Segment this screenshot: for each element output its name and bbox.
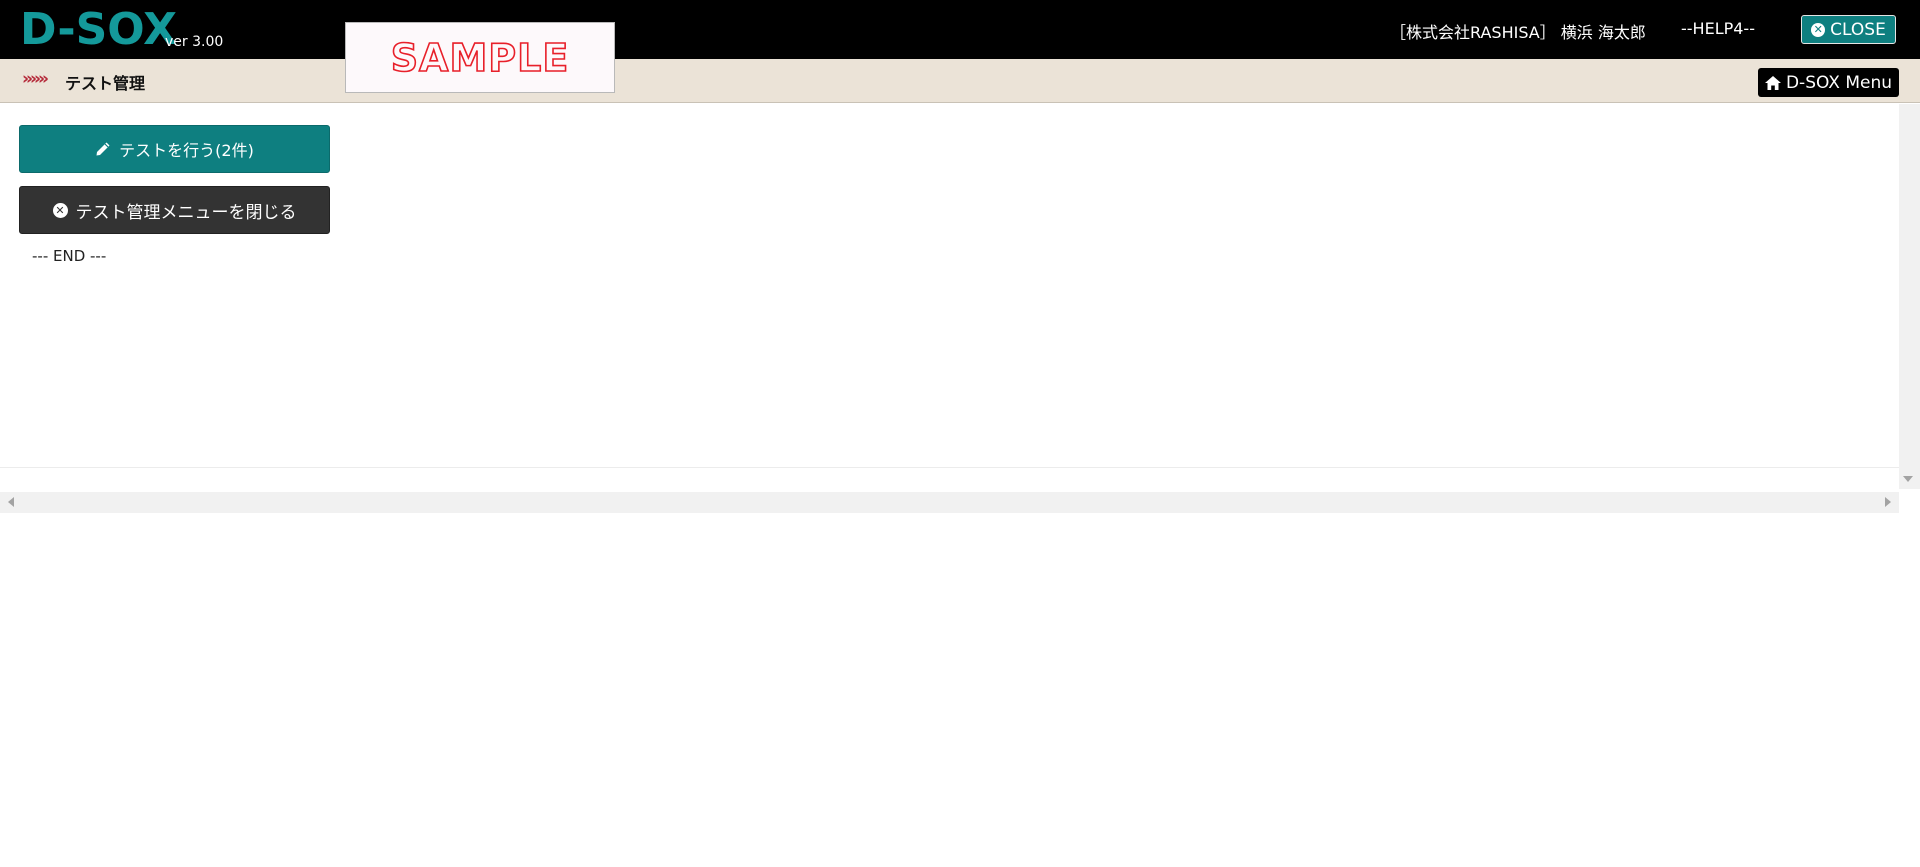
- version-label: ver 3.00: [165, 34, 224, 50]
- horizontal-scrollbar[interactable]: [0, 492, 1899, 513]
- sample-stamp-text: SAMPLE: [390, 35, 570, 81]
- dsox-menu-button[interactable]: D-SOX Menu: [1758, 68, 1899, 97]
- run-test-button-label: テストを行う(2件): [119, 141, 254, 160]
- dsox-menu-button-label: D-SOX Menu: [1785, 72, 1893, 93]
- pencil-icon: [96, 142, 110, 156]
- scroll-left-arrow-icon[interactable]: [8, 497, 14, 507]
- home-icon: [1764, 75, 1781, 90]
- close-circle-icon: ✕: [1811, 22, 1826, 37]
- close-circle-icon: ✕: [52, 202, 68, 218]
- run-test-button[interactable]: テストを行う(2件): [19, 125, 330, 173]
- close-test-menu-button-label: テスト管理メニューを閉じる: [75, 202, 297, 223]
- close-button[interactable]: ✕ CLOSE: [1801, 15, 1896, 44]
- breadcrumb-chevrons-icon: »»»: [22, 69, 49, 89]
- scroll-right-arrow-icon[interactable]: [1885, 497, 1891, 507]
- top-header: D-SOX ver 3.00 ［株式会社RASHISA］ 横浜 海太郎 --HE…: [0, 0, 1920, 59]
- close-test-menu-button[interactable]: ✕ テスト管理メニューを閉じる: [19, 186, 330, 234]
- scroll-down-arrow-icon[interactable]: [1903, 476, 1913, 482]
- sample-stamp: SAMPLE: [345, 22, 615, 93]
- user-info: ［株式会社RASHISA］ 横浜 海太郎: [1390, 23, 1646, 42]
- page-title: テスト管理: [65, 74, 146, 93]
- app-logo: D-SOX: [20, 4, 178, 55]
- breadcrumb-bar: »»» テスト管理: [0, 59, 1920, 103]
- help-link[interactable]: --HELP4--: [1681, 19, 1755, 38]
- content-divider: [0, 467, 1899, 468]
- vertical-scrollbar[interactable]: [1899, 104, 1920, 489]
- end-marker: --- END ---: [32, 247, 107, 265]
- close-button-label: CLOSE: [1830, 19, 1886, 40]
